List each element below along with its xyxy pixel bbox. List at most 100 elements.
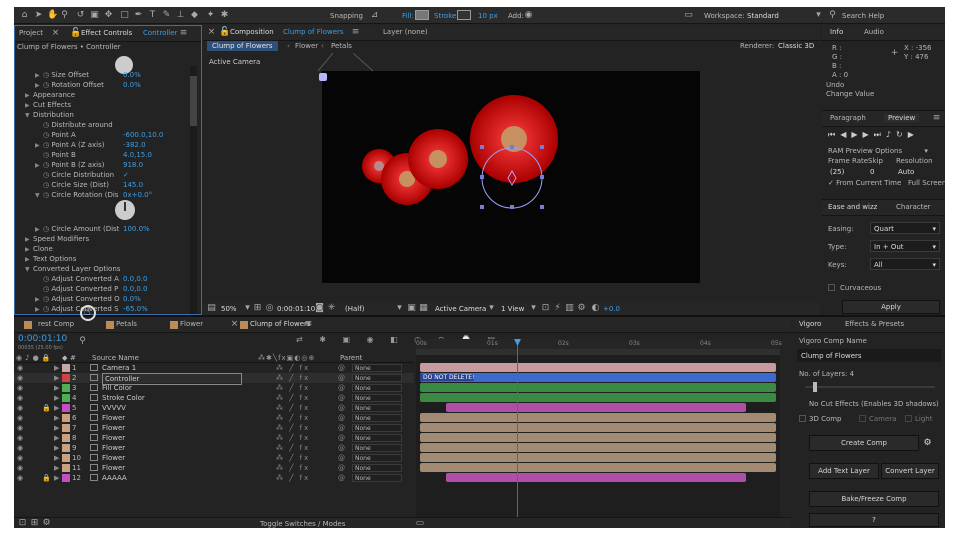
effect-property-value[interactable]: 918.0: [123, 160, 143, 170]
close-icon[interactable]: ×: [51, 29, 60, 38]
effect-property-row[interactable]: ▶ ◷ Adjust Converted S -65.0%: [25, 304, 190, 314]
layer-name[interactable]: Flower: [102, 413, 125, 423]
layer-name[interactable]: Flower: [102, 443, 125, 453]
camera-snapshot-icon[interactable]: ◙: [315, 304, 324, 313]
effect-property-row[interactable]: ▶ ◷ Point A (Z axis) -382.0: [25, 140, 190, 150]
breadcrumb-item[interactable]: Flower: [295, 42, 318, 50]
camera-checkbox[interactable]: [859, 415, 866, 422]
effect-property-row[interactable]: ◷ Adjust Converted P 0.0,0.0: [25, 284, 190, 294]
clone-tool-icon[interactable]: ⊥: [176, 11, 185, 20]
snapping-label[interactable]: Snapping: [330, 12, 363, 20]
expand-triangle-icon[interactable]: ▶: [54, 463, 59, 473]
type-tool-icon[interactable]: T: [148, 11, 157, 20]
hand-tool-icon[interactable]: ✋: [47, 11, 58, 20]
effect-property-row[interactable]: ▶ Clone: [25, 244, 190, 254]
timeline-icon[interactable]: ▥: [565, 304, 574, 313]
effect-property-value[interactable]: 0x+0.0°: [123, 190, 152, 200]
parent-pickwhip-icon[interactable]: @: [338, 473, 345, 483]
expand-triangle-icon[interactable]: ▶: [54, 373, 59, 383]
fill-swatch[interactable]: [415, 10, 429, 20]
stroke-swatch[interactable]: [457, 10, 471, 20]
parent-pickwhip-icon[interactable]: @: [338, 423, 345, 433]
skip-dropdown[interactable]: 0: [870, 168, 874, 176]
label-color-swatch[interactable]: [62, 434, 70, 442]
layer-row[interactable]: ◉ 🔒 ▶ 12 AAAAA ⁂ ╱ fx @ None: [14, 473, 414, 483]
parent-dropdown[interactable]: None: [352, 414, 402, 422]
create-comp-button[interactable]: Create Comp: [809, 435, 919, 451]
parent-dropdown[interactable]: None: [352, 394, 402, 402]
frame-rate-dropdown[interactable]: (25): [830, 168, 844, 176]
color-channel-icon[interactable]: ✳: [327, 304, 336, 313]
first-frame-icon[interactable]: ⏮: [828, 130, 840, 139]
chevron-down-icon[interactable]: ▾: [924, 147, 928, 155]
next-frame-icon[interactable]: ▶: [863, 130, 874, 139]
eraser-tool-icon[interactable]: ◆: [190, 11, 199, 20]
layers-slider[interactable]: [805, 382, 935, 392]
effect-property-value[interactable]: 0.0%: [123, 294, 141, 304]
effect-property-value[interactable]: -65.0%: [123, 304, 148, 314]
layer-row[interactable]: ◉ ▶ 1 Camera 1 ⁂ ╱ fx @ None: [14, 363, 414, 373]
viewer-timecode[interactable]: 0:00:01:10: [277, 305, 315, 313]
layer-switches[interactable]: ⁂ ╱ fx: [276, 463, 310, 473]
tab-audio[interactable]: Audio: [864, 28, 884, 36]
no-cut-effects-checkbox[interactable]: No Cut Effects (Enables 3D shadows): [809, 400, 939, 408]
play-icon[interactable]: ▶: [851, 130, 862, 139]
layer-switches[interactable]: ⁂ ╱ fx: [276, 433, 310, 443]
layer-row[interactable]: ◉ ▶ 11 Flower ⁂ ╱ fx @ None: [14, 463, 414, 473]
effect-property-row[interactable]: ▼ ◷ Circle Rotation (Dis 0x+0.0°: [25, 190, 190, 200]
effect-property-row[interactable]: ▶ ◷ Circle Amount (Dist 100.0%: [25, 224, 190, 234]
zoom-out-icon[interactable]: [416, 521, 424, 525]
effect-property-row[interactable]: ▶ Text Options: [25, 254, 190, 264]
layer-row[interactable]: ◉ ▶ 6 Flower ⁂ ╱ fx @ None: [14, 413, 414, 423]
stroke-width[interactable]: 10 px: [478, 12, 498, 20]
breadcrumb-item[interactable]: Clump of Flowers: [207, 41, 278, 51]
parent-dropdown[interactable]: None: [352, 374, 402, 382]
tab-info[interactable]: Info: [830, 28, 843, 36]
resolution-dropdown[interactable]: (Half): [345, 305, 364, 313]
effect-property-row[interactable]: ◷ Point A -600.0,10.0: [25, 130, 190, 140]
layer-row[interactable]: ◉ ▶ 4 Stroke Color ⁂ ╱ fx @ None: [14, 393, 414, 403]
menu-icon[interactable]: ≡: [304, 320, 313, 329]
expand-triangle-icon[interactable]: ▼: [35, 191, 43, 201]
effect-property-row[interactable]: ▶ ◷ Size Offset 0.0%: [25, 70, 190, 80]
parent-dropdown[interactable]: None: [352, 454, 402, 462]
timeline-timecode[interactable]: 0:00:01:10: [18, 334, 67, 344]
parent-dropdown[interactable]: None: [352, 424, 402, 432]
visibility-icon[interactable]: ◉: [17, 443, 23, 453]
layer-duration-bar[interactable]: [420, 383, 776, 392]
exposure-reset-icon[interactable]: ◐: [591, 304, 600, 313]
label-color-swatch[interactable]: [62, 364, 70, 372]
layer-name[interactable]: Flower: [102, 453, 125, 463]
effect-property-row[interactable]: ▶ ◷ Rotation Offset 0.0%: [25, 80, 190, 90]
visibility-icon[interactable]: ◉: [17, 423, 23, 433]
expand-triangle-icon[interactable]: ▶: [54, 453, 59, 463]
label-color-swatch[interactable]: [62, 394, 70, 402]
tab-flower[interactable]: Flower: [180, 320, 203, 328]
parent-dropdown[interactable]: None: [352, 364, 402, 372]
expand-triangle-icon[interactable]: ▶: [54, 433, 59, 443]
playback-controls[interactable]: ⏮◀▶▶⏭♪↻▶: [828, 130, 919, 140]
menu-icon[interactable]: ≡: [932, 114, 941, 123]
layer-row[interactable]: ◉ ▶ 9 Flower ⁂ ╱ fx @ None: [14, 443, 414, 453]
layer-switches[interactable]: ⁂ ╱ fx: [276, 473, 310, 483]
label-color-swatch[interactable]: [62, 374, 70, 382]
lock-icon[interactable]: 🔓: [70, 29, 81, 38]
visibility-icon[interactable]: ◉: [17, 453, 23, 463]
menu-icon[interactable]: ≡: [351, 28, 360, 37]
toggle-switches-modes[interactable]: Toggle Switches / Modes: [260, 520, 345, 528]
comp-name-input[interactable]: Clump of Flowers: [797, 349, 941, 362]
parent-header[interactable]: Parent: [340, 354, 362, 362]
visibility-icon[interactable]: ◉: [17, 363, 23, 373]
expand-icon[interactable]: ⊞: [30, 519, 39, 528]
light-checkbox[interactable]: [905, 415, 912, 422]
layer-duration-bar[interactable]: [446, 403, 746, 412]
effect-property-row[interactable]: ▶ Appearance: [25, 90, 190, 100]
layer-duration-bar[interactable]: [420, 413, 776, 422]
parent-pickwhip-icon[interactable]: @: [338, 373, 345, 383]
lock-icon[interactable]: 🔒: [42, 403, 51, 413]
layer-switches[interactable]: ⁂ ╱ fx: [276, 423, 310, 433]
layer-name[interactable]: Stroke Color: [102, 393, 145, 403]
layer-duration-bar[interactable]: [420, 393, 776, 402]
tab-effects-presets[interactable]: Effects & Presets: [845, 320, 904, 328]
layer-switches[interactable]: ⁂ ╱ fx: [276, 383, 310, 393]
